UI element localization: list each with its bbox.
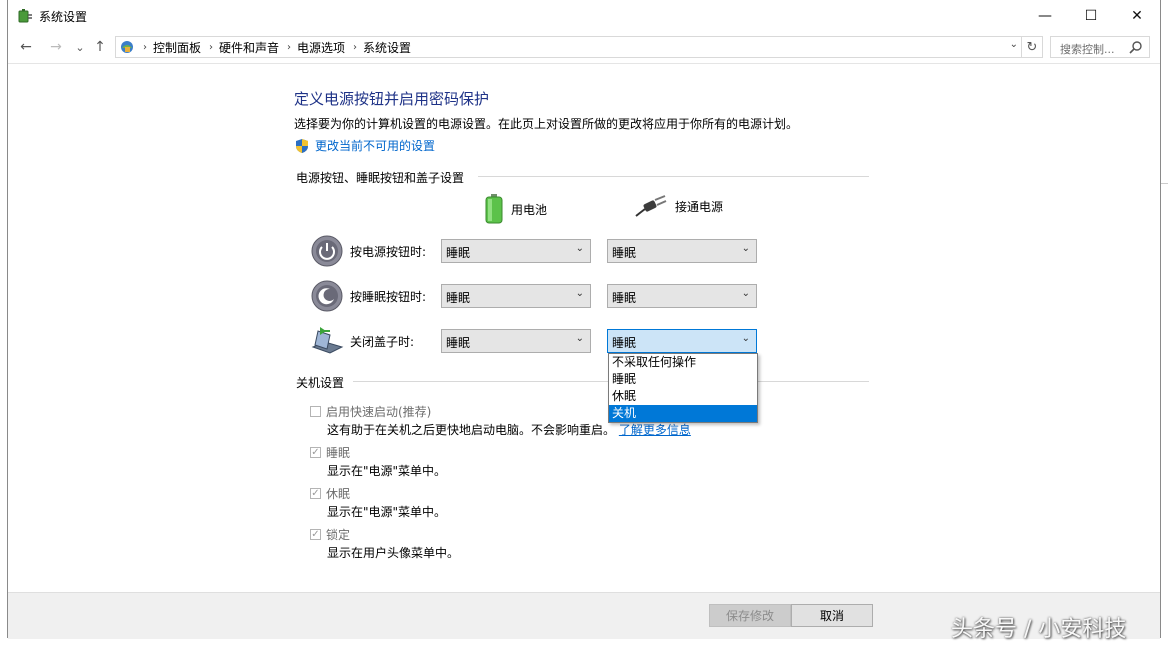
chevron-down-icon: ⌄ (741, 243, 750, 254)
breadcrumb-separator[interactable]: › (353, 42, 357, 53)
power-plug-icon (635, 195, 667, 217)
main-content: 定义电源按钮并启用密码保护 选择要为你的计算机设置的电源设置。在此页上对设置所做… (8, 64, 1160, 592)
dropdown-option-do-nothing[interactable]: 不采取任何操作 (609, 354, 757, 371)
sleep-checkbox[interactable]: ✓ (310, 447, 321, 458)
breadcrumb-separator[interactable]: › (209, 42, 213, 53)
search-placeholder: 搜索控制... (1060, 43, 1115, 56)
page-heading: 定义电源按钮并启用密码保护 (294, 90, 490, 108)
power-options-icon (18, 9, 32, 23)
select-value: 睡眠 (446, 246, 471, 260)
hibernate-option-label: 休眠 (326, 487, 351, 501)
page-description: 选择要为你的计算机设置的电源设置。在此页上对设置所做的更改将应用于你所有的电源计… (294, 117, 799, 131)
sleep-option-label: 睡眠 (326, 446, 351, 460)
power-button-icon (311, 235, 343, 267)
sleep-button-battery-select[interactable]: 睡眠 ⌄ (441, 284, 591, 308)
fast-startup-label: 启用快速启动(推荐) (326, 405, 432, 419)
chevron-down-icon: ⌄ (741, 333, 750, 344)
hibernate-checkbox-row[interactable]: ✓ 休眠 (310, 485, 350, 502)
breadcrumb-separator[interactable]: › (287, 42, 291, 53)
search-box[interactable]: 搜索控制... (1050, 36, 1150, 58)
fast-startup-description: 这有助于在关机之后更快地启动电脑。不会影响重启。 了解更多信息 (327, 421, 691, 438)
shutdown-group-title: 关机设置 (296, 376, 345, 390)
address-dropdown-icon[interactable]: ⌄ (1010, 39, 1018, 50)
navigation-bar: ← → ⌄ ↑ › 控制面板 › 硬件和声音 › 电源选项 › 系统设置 ⌄ ↻… (8, 31, 1160, 64)
select-value: 睡眠 (612, 246, 637, 260)
sleep-checkbox-row[interactable]: ✓ 睡眠 (310, 444, 350, 461)
breadcrumb-hardware-sound[interactable]: 硬件和声音 (219, 39, 279, 56)
chevron-down-icon: ⌄ (575, 333, 584, 344)
lock-checkbox[interactable]: ✓ (310, 529, 321, 540)
select-value: 睡眠 (612, 336, 637, 350)
select-value: 睡眠 (612, 291, 637, 305)
breadcrumb-separator: › (143, 41, 147, 53)
system-settings-window: 系统设置 — ☐ ✕ ← → ⌄ ↑ › 控制面板 › 硬件和声音 › 电源选项… (7, 0, 1161, 639)
close-lid-label: 关闭盖子时: (350, 335, 415, 349)
maximize-button[interactable]: ☐ (1068, 0, 1114, 31)
title-bar: 系统设置 — ☐ ✕ (8, 0, 1160, 31)
change-settings-link[interactable]: 更改当前不可用的设置 (315, 137, 435, 154)
power-button-battery-select[interactable]: 睡眠 ⌄ (441, 239, 591, 263)
fast-startup-checkbox[interactable] (310, 406, 321, 417)
fast-startup-checkbox-row[interactable]: 启用快速启动(推荐) (310, 403, 431, 420)
lock-option-label: 锁定 (326, 528, 351, 542)
column-battery: 用电池 (485, 194, 547, 224)
battery-label: 用电池 (511, 202, 548, 217)
hibernate-option-description: 显示在"电源"菜单中。 (327, 505, 447, 519)
sleep-button-label: 按睡眠按钮时: (350, 290, 427, 304)
learn-more-link[interactable]: 了解更多信息 (619, 423, 691, 437)
background-edge-line (1161, 183, 1168, 184)
control-panel-icon (121, 41, 133, 53)
battery-icon (485, 194, 503, 224)
lock-checkbox-row[interactable]: ✓ 锁定 (310, 526, 350, 543)
minimize-button[interactable]: — (1022, 0, 1068, 31)
power-button-label: 按电源按钮时: (350, 245, 427, 259)
watermark: 头条号 / 小安科技 (951, 617, 1127, 642)
close-button[interactable]: ✕ (1114, 0, 1160, 31)
background-edge (1161, 0, 1168, 646)
lock-option-description: 显示在用户头像菜单中。 (327, 546, 460, 560)
select-value: 睡眠 (446, 336, 471, 350)
select-value: 睡眠 (446, 291, 471, 305)
cancel-button[interactable]: 取消 (791, 604, 873, 627)
dropdown-option-shutdown[interactable]: 关机 (609, 405, 757, 422)
lid-action-dropdown-list: 不采取任何操作 睡眠 休眠 关机 (608, 353, 758, 423)
address-bar[interactable]: › 控制面板 › 硬件和声音 › 电源选项 › 系统设置 ⌄ ↻ (115, 36, 1043, 58)
up-arrow-icon[interactable]: ↑ (90, 37, 110, 57)
column-plugged: 接通电源 (635, 194, 723, 218)
uac-shield-icon (296, 138, 308, 153)
recent-locations-icon[interactable]: ⌄ (70, 37, 90, 57)
fast-startup-desc-text: 这有助于在关机之后更快地启动电脑。不会影响重启。 (327, 423, 616, 437)
change-settings-row[interactable]: 更改当前不可用的设置 (294, 137, 435, 154)
power-button-plugged-select[interactable]: 睡眠 ⌄ (607, 239, 757, 263)
sleep-button-icon (311, 280, 343, 312)
close-lid-battery-select[interactable]: 睡眠 ⌄ (441, 329, 591, 353)
dropdown-option-sleep[interactable]: 睡眠 (609, 371, 757, 388)
breadcrumb-power-options[interactable]: 电源选项 (297, 39, 345, 56)
forward-arrow-icon[interactable]: → (46, 37, 66, 57)
group-divider (478, 176, 869, 177)
sleep-button-plugged-select[interactable]: 睡眠 ⌄ (607, 284, 757, 308)
close-lid-plugged-select[interactable]: 睡眠 ⌄ (607, 329, 757, 353)
save-changes-button[interactable]: 保存修改 (709, 604, 791, 627)
chevron-down-icon: ⌄ (575, 288, 584, 299)
dropdown-option-hibernate[interactable]: 休眠 (609, 388, 757, 405)
sleep-option-description: 显示在"电源"菜单中。 (327, 464, 447, 478)
chevron-down-icon: ⌄ (575, 243, 584, 254)
back-arrow-icon[interactable]: ← (16, 37, 36, 57)
breadcrumb-system-settings[interactable]: 系统设置 (363, 39, 411, 56)
refresh-icon[interactable]: ↻ (1021, 37, 1042, 57)
laptop-lid-icon (311, 327, 344, 354)
search-icon[interactable] (1129, 40, 1143, 54)
buttons-group-title: 电源按钮、睡眠按钮和盖子设置 (296, 171, 465, 185)
window-title: 系统设置 (39, 10, 88, 24)
plugged-label: 接通电源 (675, 199, 724, 214)
chevron-down-icon: ⌄ (741, 288, 750, 299)
hibernate-checkbox[interactable]: ✓ (310, 488, 321, 499)
breadcrumb-control-panel[interactable]: 控制面板 (153, 39, 201, 56)
